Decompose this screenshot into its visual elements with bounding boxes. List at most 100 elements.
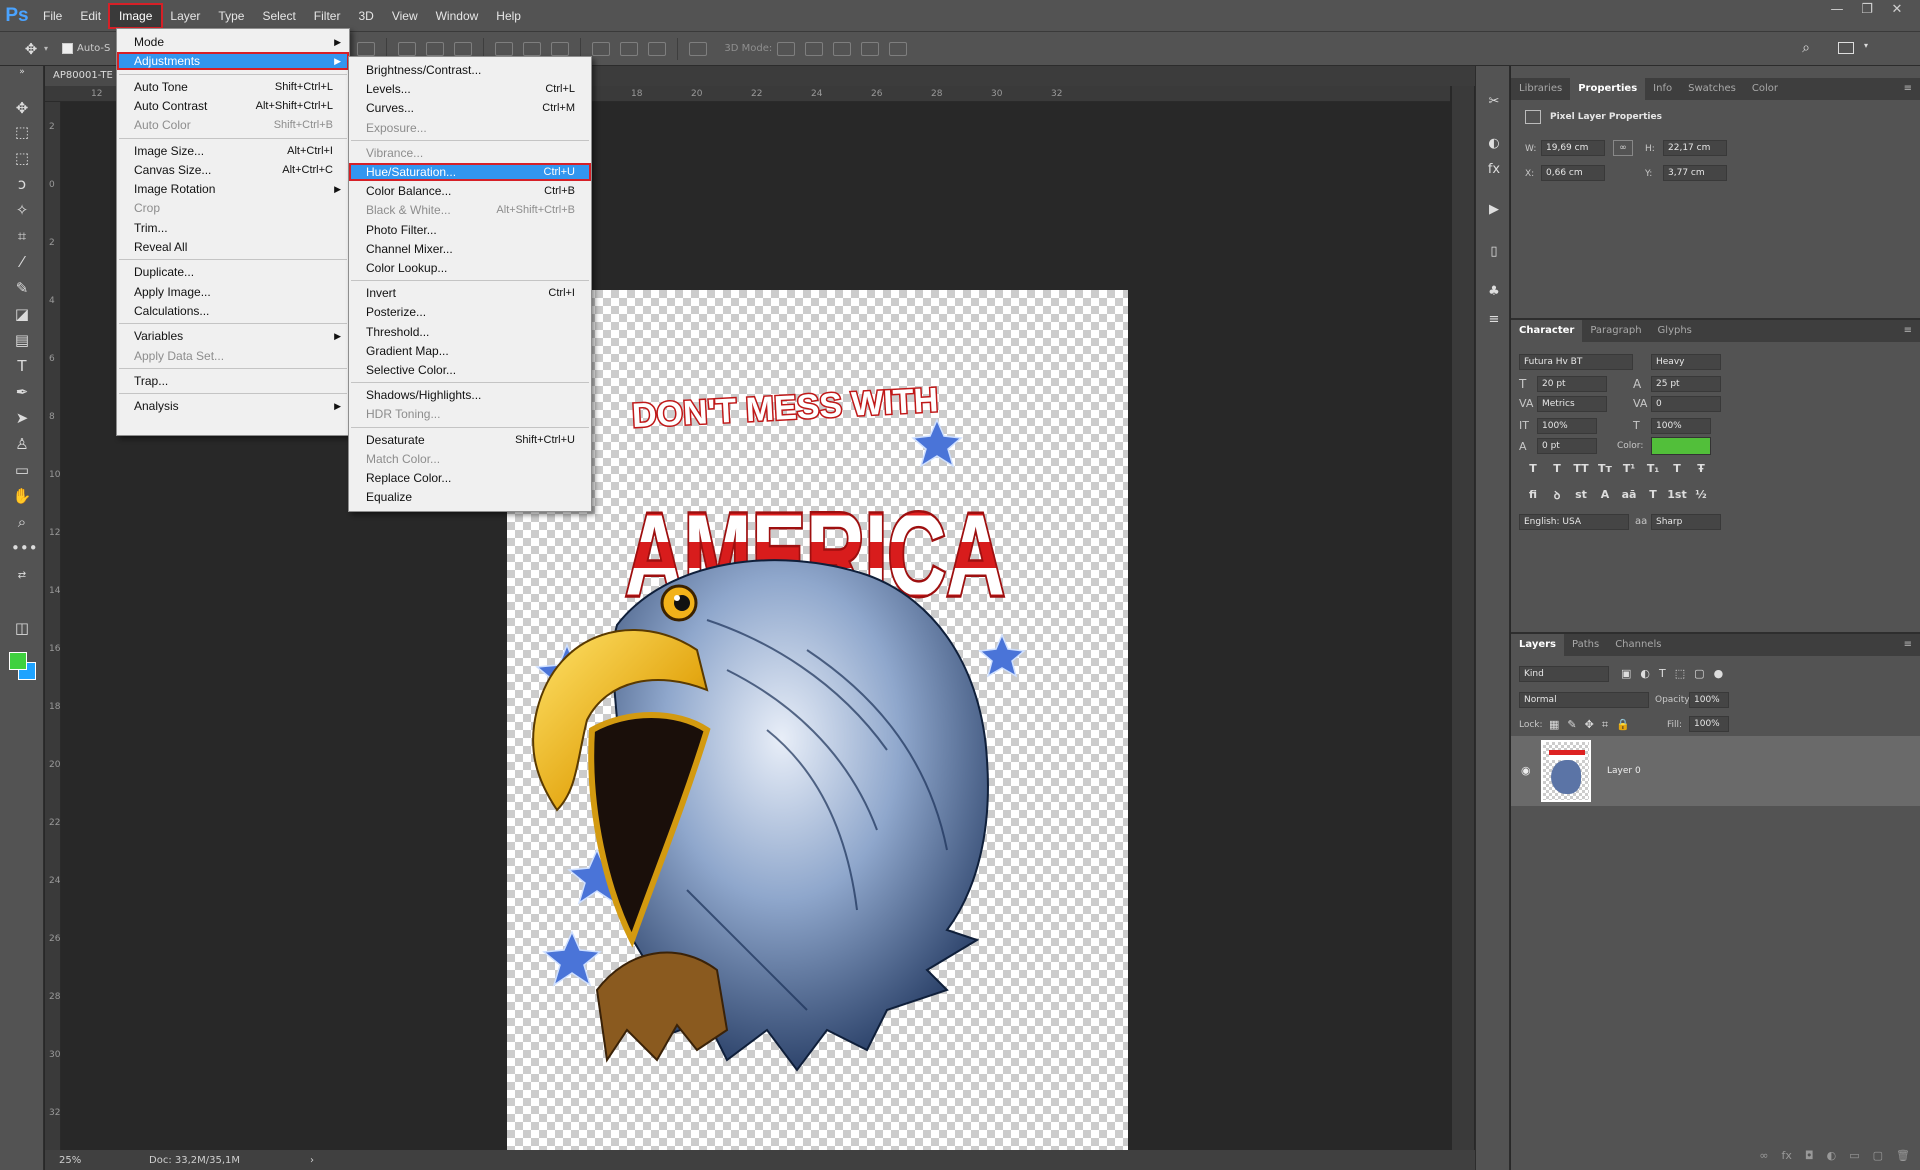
minimize-button[interactable]: — xyxy=(1822,2,1852,17)
lock-position-icon[interactable]: ✥ xyxy=(1585,718,1594,732)
text-style-button[interactable]: 1st xyxy=(1665,488,1689,503)
text-style-button[interactable]: fi xyxy=(1521,488,1545,503)
text-style-button[interactable]: T xyxy=(1521,462,1545,475)
layer-filter-select[interactable]: Kind xyxy=(1519,666,1609,682)
menu-item-adjustments[interactable]: Adjustments ▶ xyxy=(117,52,349,71)
align-hcenter-icon[interactable] xyxy=(426,41,445,56)
text-style-button[interactable]: Tт xyxy=(1593,462,1617,475)
text-style-button[interactable]: A xyxy=(1593,488,1617,503)
lasso-tool-icon[interactable]: ↄ xyxy=(11,174,33,194)
tab-paragraph[interactable]: Paragraph xyxy=(1582,320,1649,342)
auto-align-icon[interactable] xyxy=(689,41,708,56)
filter-toggle-icon[interactable]: ● xyxy=(1714,667,1724,680)
height-field[interactable]: 22,17 cm xyxy=(1663,140,1727,156)
text-style-button[interactable]: T₁ xyxy=(1641,462,1665,475)
menu-image[interactable]: Image xyxy=(108,2,164,29)
tab-layers[interactable]: Layers xyxy=(1511,634,1564,656)
menu-item-auto-color[interactable]: Auto Color Shift+Ctrl+B xyxy=(117,116,349,134)
text-style-button[interactable]: st xyxy=(1569,488,1593,503)
tab-info[interactable]: Info xyxy=(1645,78,1680,100)
eraser-icon[interactable]: ◪ xyxy=(11,304,33,324)
more-tools-icon[interactable]: ••• xyxy=(11,538,38,558)
shape-filter-icon[interactable]: ⬚ xyxy=(1675,667,1685,680)
menu-type[interactable]: Type xyxy=(209,5,253,27)
align-right-icon[interactable] xyxy=(454,41,473,56)
menu-3d[interactable]: 3D xyxy=(349,5,382,27)
hand-tool-icon[interactable]: ✋ xyxy=(11,486,33,506)
menu-item-equalize[interactable]: Equalize xyxy=(349,488,591,506)
menu-item-channel-mixer[interactable]: Channel Mixer... xyxy=(349,240,591,258)
baseline-field[interactable]: 0 pt xyxy=(1537,438,1597,454)
text-style-button[interactable]: Ŧ xyxy=(1689,462,1713,475)
tool-presets-icon[interactable]: ✂ xyxy=(1485,94,1503,110)
menu-item-invert[interactable]: Invert Ctrl+I xyxy=(349,284,591,302)
menu-item-exposure[interactable]: Exposure... xyxy=(349,119,591,137)
menu-item-hdr-toning[interactable]: HDR Toning... xyxy=(349,405,591,423)
distribute-top-icon[interactable] xyxy=(495,41,514,56)
menu-item-color-balance[interactable]: Color Balance... Ctrl+B xyxy=(349,182,591,200)
align-left-icon[interactable] xyxy=(398,41,417,56)
font-style-select[interactable]: Heavy xyxy=(1651,354,1721,370)
eyedropper-icon[interactable]: ⁄ xyxy=(11,252,33,272)
distribute-right-icon[interactable] xyxy=(648,41,667,56)
menu-item-vibrance[interactable]: Vibrance... xyxy=(349,144,591,162)
tab-color[interactable]: Color xyxy=(1744,78,1786,100)
chevron-down-icon[interactable]: ▾ xyxy=(1864,41,1868,50)
menu-item-crop[interactable]: Crop xyxy=(117,199,349,217)
adjustment-filter-icon[interactable]: ◐ xyxy=(1640,667,1650,680)
fill-field[interactable]: 100% xyxy=(1689,716,1729,732)
menu-item-gradient-map[interactable]: Gradient Map... xyxy=(349,342,591,360)
menu-item-apply-image[interactable]: Apply Image... xyxy=(117,283,349,301)
tab-channels[interactable]: Channels xyxy=(1607,634,1669,656)
link-icon[interactable]: ∞ xyxy=(1613,140,1633,156)
link-layers-icon[interactable]: ∞ xyxy=(1759,1149,1768,1162)
panel-menu-icon[interactable]: ≡ xyxy=(1904,639,1912,650)
tracking-field[interactable]: 0 xyxy=(1651,396,1721,412)
menu-help[interactable]: Help xyxy=(487,5,530,27)
text-style-button[interactable]: T¹ xyxy=(1617,462,1641,475)
crop-tool-icon[interactable]: ⌗ xyxy=(11,226,33,246)
font-family-select[interactable]: Futura Hv BT xyxy=(1519,354,1633,370)
x-field[interactable]: 0,66 cm xyxy=(1541,165,1605,181)
zoom-level[interactable]: 25% xyxy=(59,1155,119,1166)
mask-icon[interactable]: ◘ xyxy=(1805,1149,1814,1162)
kerning-field[interactable]: Metrics xyxy=(1537,396,1607,412)
menu-item-apply-data-set[interactable]: Apply Data Set... xyxy=(117,347,349,365)
distribute-vcenter-icon[interactable] xyxy=(523,41,542,56)
menu-item-image-rotation[interactable]: Image Rotation ▶ xyxy=(117,180,349,198)
screen-mode-icon[interactable]: ◫ xyxy=(11,618,33,638)
menu-item-trap[interactable]: Trap... xyxy=(117,372,349,390)
layer-row[interactable]: ◉ Layer 0 xyxy=(1511,736,1920,806)
menu-view[interactable]: View xyxy=(383,5,427,27)
clone-source-icon[interactable]: ♣ xyxy=(1485,284,1503,300)
menu-item-posterize[interactable]: Posterize... xyxy=(349,303,591,321)
vertical-scrollbar[interactable] xyxy=(1452,86,1474,1150)
close-button[interactable]: ✕ xyxy=(1882,2,1912,17)
menu-item-canvas-size[interactable]: Canvas Size... Alt+Ctrl+C xyxy=(117,161,349,179)
document-tab[interactable]: AP80001-TE xyxy=(45,66,121,86)
3d-scale-icon[interactable] xyxy=(889,41,908,56)
styles-icon[interactable]: fx xyxy=(1485,162,1503,178)
type-filter-icon[interactable]: T xyxy=(1659,667,1666,680)
lock-transparency-icon[interactable]: ▦ xyxy=(1549,718,1559,732)
menu-item-replace-color[interactable]: Replace Color... xyxy=(349,469,591,487)
menu-item-reveal-all[interactable]: Reveal All xyxy=(117,238,349,256)
3d-orbit-icon[interactable] xyxy=(777,41,796,56)
tab-properties[interactable]: Properties xyxy=(1570,78,1646,100)
layer-name[interactable]: Layer 0 xyxy=(1607,766,1641,776)
menu-item-variables[interactable]: Variables ▶ xyxy=(117,327,349,345)
menu-item-selective-color[interactable]: Selective Color... xyxy=(349,361,591,379)
menu-item-color-lookup[interactable]: Color Lookup... xyxy=(349,259,591,277)
menu-item-threshold[interactable]: Threshold... xyxy=(349,323,591,341)
foreground-color[interactable] xyxy=(9,652,27,670)
3d-roll-icon[interactable] xyxy=(805,41,824,56)
distribute-left-icon[interactable] xyxy=(592,41,611,56)
trash-icon[interactable]: 🗑 xyxy=(1896,1149,1910,1162)
menu-item-analysis[interactable]: Analysis ▶ xyxy=(117,397,349,415)
menu-item-duplicate[interactable]: Duplicate... xyxy=(117,263,349,281)
new-layer-icon[interactable]: ▢ xyxy=(1873,1149,1883,1162)
menu-item-auto-tone[interactable]: Auto Tone Shift+Ctrl+L xyxy=(117,78,349,96)
menu-item-mode[interactable]: Mode ▶ xyxy=(117,33,349,51)
fx-icon[interactable]: fx xyxy=(1782,1149,1792,1162)
menu-item-auto-contrast[interactable]: Auto Contrast Alt+Shift+Ctrl+L xyxy=(117,97,349,115)
